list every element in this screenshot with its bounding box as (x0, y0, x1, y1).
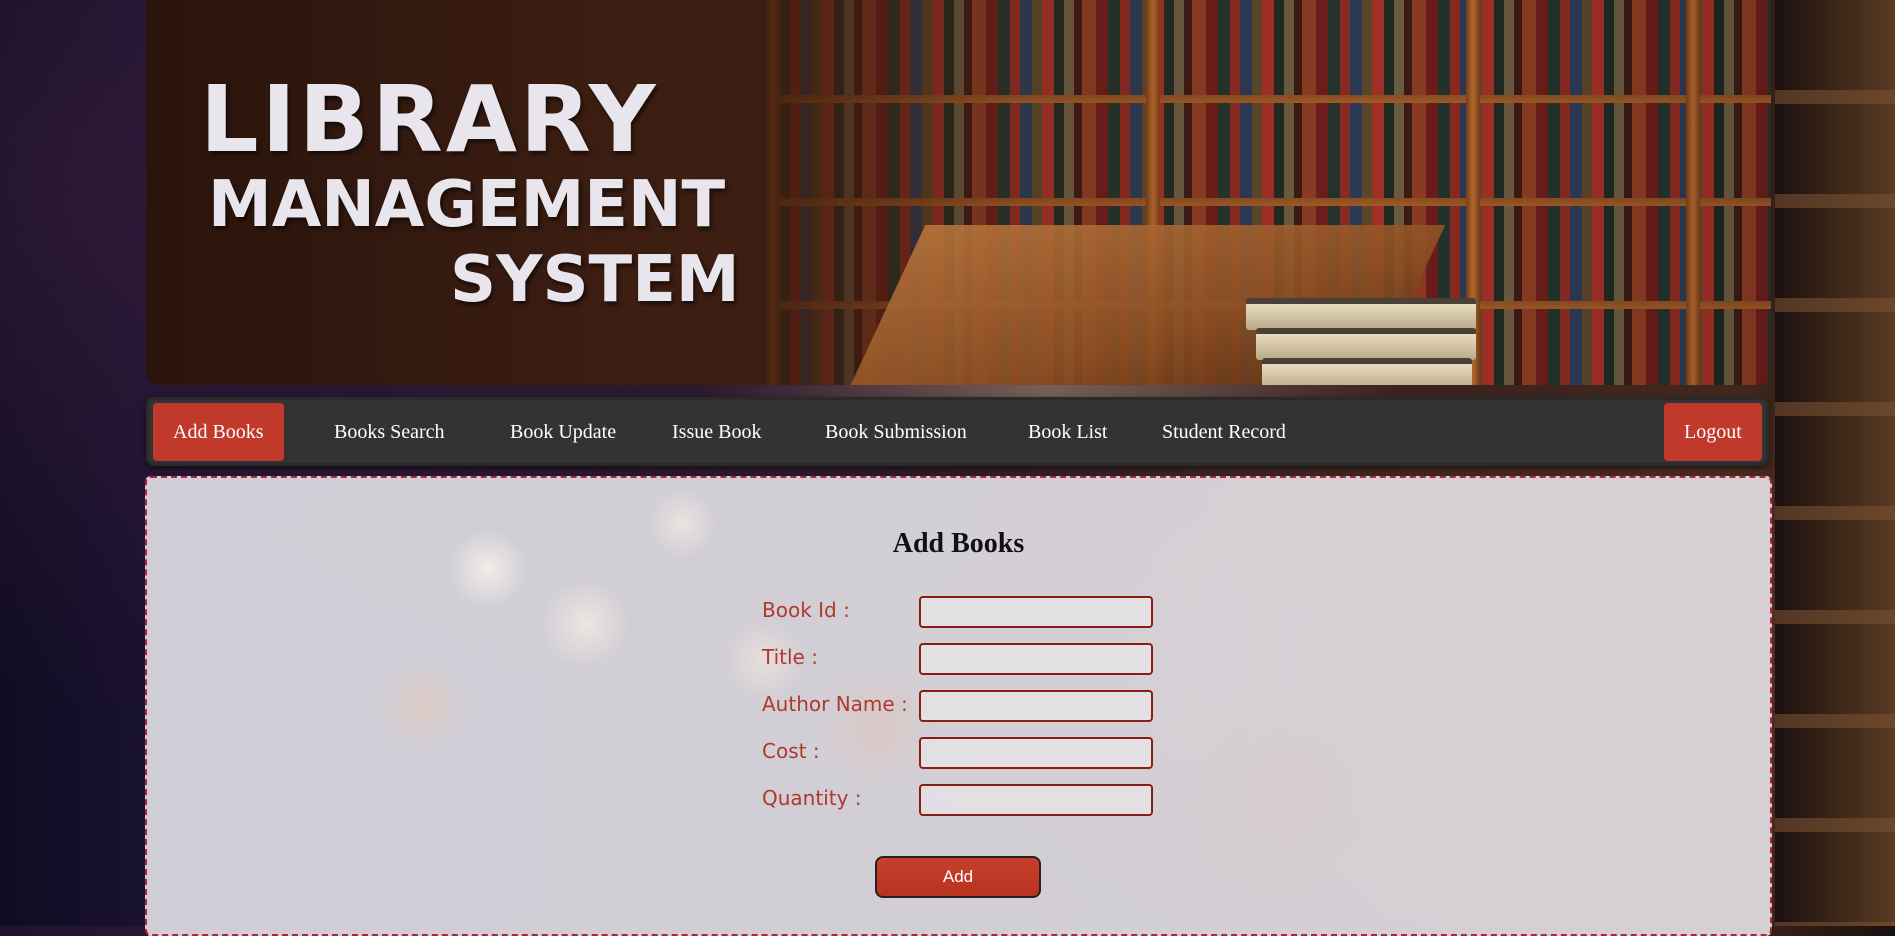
book-id-label: Book Id : (762, 598, 850, 622)
nav-item-books-search[interactable]: Books Search (314, 403, 465, 461)
title-label: Title : (762, 645, 818, 669)
add-books-panel: Add Books Book Id : Title : Author Name … (145, 476, 1772, 936)
nav-item-book-submission[interactable]: Book Submission (805, 403, 987, 461)
form-row-author-name: Author Name : (762, 690, 1182, 724)
nav-item-student-record[interactable]: Student Record (1142, 403, 1306, 461)
page-title: Add Books (892, 528, 1025, 559)
form-row-book-id: Book Id : (762, 596, 1182, 630)
logo-title-line: LIBRARY (200, 66, 659, 173)
form-row-cost: Cost : (762, 737, 1182, 771)
main-navbar: Add Books Books Search Book Update Issue… (146, 397, 1769, 466)
nav-item-issue-book[interactable]: Issue Book (652, 403, 781, 461)
form-row-title: Title : (762, 643, 1182, 677)
author-name-input[interactable] (919, 690, 1153, 722)
book-id-input[interactable] (919, 596, 1153, 628)
quantity-input[interactable] (919, 784, 1153, 816)
logout-button[interactable]: Logout (1664, 403, 1762, 461)
book-stack-image (1246, 298, 1486, 385)
nav-item-book-list[interactable]: Book List (1008, 403, 1127, 461)
logo-title-line: MANAGEMENT (208, 168, 726, 242)
cost-label: Cost : (762, 739, 820, 763)
header-banner: LIBRARY MANAGEMENT SYSTEM (146, 0, 1771, 385)
nav-item-add-books[interactable]: Add Books (153, 403, 284, 461)
logo-title-line: SYSTEM (450, 243, 740, 317)
add-button[interactable]: Add (875, 856, 1041, 898)
nav-item-book-update[interactable]: Book Update (490, 403, 636, 461)
form-row-quantity: Quantity : (762, 784, 1182, 818)
cost-input[interactable] (919, 737, 1153, 769)
quantity-label: Quantity : (762, 786, 862, 810)
title-input[interactable] (919, 643, 1153, 675)
author-name-label: Author Name : (762, 692, 908, 716)
background-bookshelf (1775, 0, 1895, 926)
